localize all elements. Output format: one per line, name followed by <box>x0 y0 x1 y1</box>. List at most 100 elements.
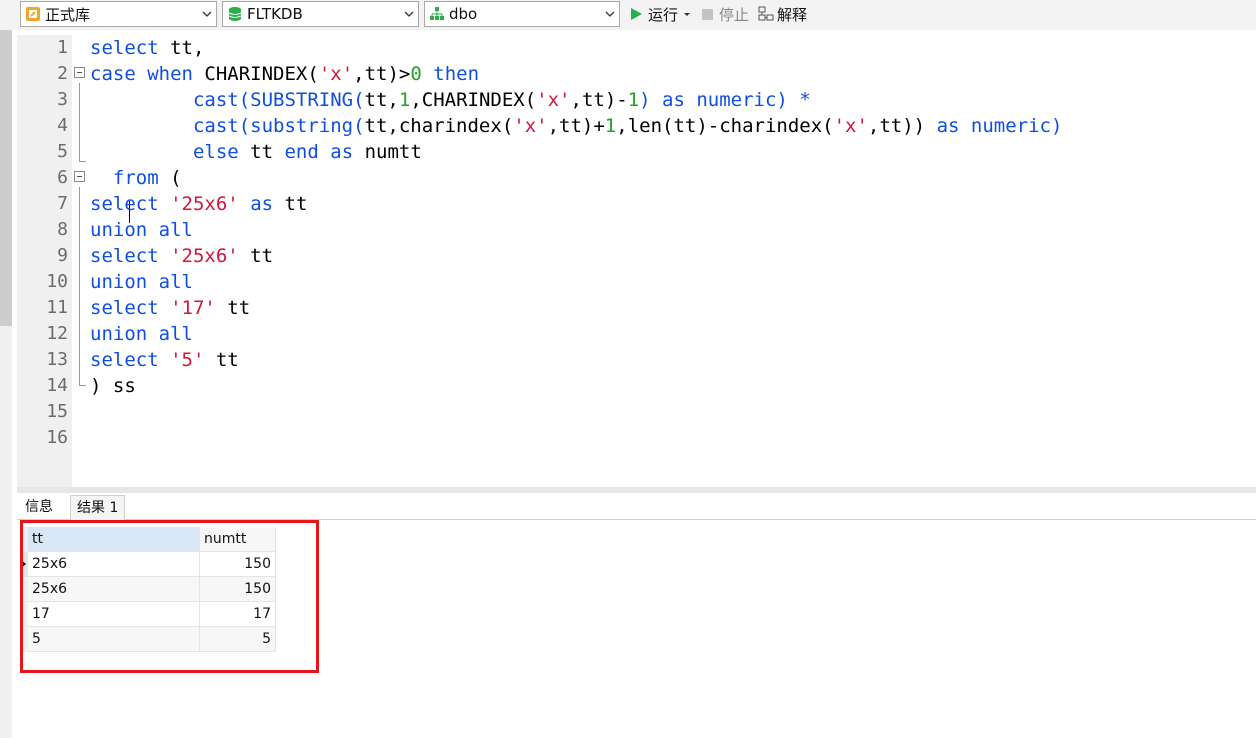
code-token: ,len(tt)-charindex( <box>616 115 834 137</box>
line-number: 3 <box>57 89 68 110</box>
connection-select[interactable]: 正式库 <box>20 1 217 27</box>
toolbar: 正式库 FLTKDB dbo 运行 停止 解释 <box>0 0 1256 30</box>
database-icon <box>228 7 242 21</box>
code-text: cast(SUBSTRING(tt,1,CHARINDEX('x',tt)-1)… <box>90 87 811 113</box>
code-token: case <box>90 63 136 85</box>
annotation-highlight-box <box>20 520 319 673</box>
code-text: select '25x6' tt <box>90 243 273 269</box>
chevron-down-icon <box>605 11 615 17</box>
code-token: 1 <box>627 89 640 111</box>
stop-button[interactable]: 停止 <box>701 3 749 25</box>
code-token: then <box>433 63 480 85</box>
code-token: select <box>90 349 159 371</box>
code-token: '5' <box>170 349 205 371</box>
code-line[interactable]: 14) ss <box>17 373 1256 399</box>
code-text: else tt end as numtt <box>90 139 422 165</box>
code-text: union all <box>90 217 193 243</box>
code-token: ,tt)> <box>353 63 411 85</box>
code-token: tt, <box>158 37 205 59</box>
code-line[interactable]: 5 else tt end as numtt <box>17 139 1256 165</box>
code-line[interactable]: 1 select tt, <box>17 35 1256 61</box>
line-number: 15 <box>46 401 68 422</box>
database-select-value: FLTKDB <box>247 5 303 23</box>
code-line[interactable]: 10 union all <box>17 269 1256 295</box>
code-token: tt <box>238 141 285 163</box>
explain-button-label: 解释 <box>777 5 808 24</box>
code-token: as <box>250 193 274 215</box>
stop-button-label: 停止 <box>719 5 750 24</box>
code-token: '17' <box>170 297 216 319</box>
left-panel-scrollbar[interactable] <box>0 30 12 738</box>
code-token: tt,charindex( <box>364 115 514 137</box>
code-text: ) ss <box>90 373 136 399</box>
code-token: '25x6' <box>170 193 239 215</box>
code-token: cast(SUBSTRING( <box>192 89 365 111</box>
code-token: 0 <box>410 63 422 85</box>
line-number: 11 <box>46 297 68 318</box>
explain-button[interactable]: 解释 <box>758 3 807 25</box>
code-line[interactable]: 6 from ( <box>17 165 1256 191</box>
tab-result-1[interactable]: 结果 1 <box>70 495 126 520</box>
code-token: union all <box>90 271 193 293</box>
run-button[interactable]: 运行 <box>629 3 692 25</box>
run-button-label: 运行 <box>648 5 679 24</box>
scrollbar-thumb[interactable] <box>0 30 12 326</box>
line-number: 12 <box>46 323 68 344</box>
line-number: 4 <box>57 115 68 136</box>
code-text: select '5' tt <box>90 347 239 373</box>
code-line[interactable]: 9 select '25x6' tt <box>17 243 1256 269</box>
code-token: union all <box>90 323 193 345</box>
schema-select-value: dbo <box>449 5 478 23</box>
fold-icon[interactable] <box>74 171 85 182</box>
code-line[interactable]: 11 select '17' tt <box>17 295 1256 321</box>
result-tabbar: 信息 结果 1 <box>17 493 1256 520</box>
code-token: select <box>90 245 159 267</box>
run-dropdown-icon[interactable] <box>682 9 692 19</box>
code-line[interactable]: 8 union all <box>17 217 1256 243</box>
code-line[interactable]: 16 <box>17 425 1256 451</box>
code-line[interactable]: 15 <box>17 399 1256 425</box>
code-token: 1 <box>398 89 411 111</box>
tab-info[interactable]: 信息 <box>19 495 59 520</box>
code-token: cast(substring( <box>192 115 365 137</box>
code-token: when <box>147 63 193 85</box>
database-connection-icon <box>26 7 40 21</box>
line-number: 8 <box>57 219 68 240</box>
code-token: ( <box>158 167 182 189</box>
code-token: 'x' <box>513 115 548 137</box>
code-token: ) <box>639 89 663 111</box>
code-line[interactable]: 4 cast(substring(tt,charindex('x',tt)+1,… <box>17 113 1256 139</box>
fold-icon[interactable] <box>74 67 85 78</box>
connection-select-value: 正式库 <box>45 5 91 24</box>
line-number: 5 <box>57 141 68 162</box>
sql-editor[interactable]: 1 select tt, 2 case when CHARINDEX('x',tt)>… <box>17 35 1256 487</box>
code-token: select <box>90 193 159 215</box>
code-line[interactable]: 13 select '5' tt <box>17 347 1256 373</box>
code-text: union all <box>90 269 193 295</box>
code-text: from ( <box>90 165 182 191</box>
code-text: cast(substring(tt,charindex('x',tt)+1,le… <box>90 113 1062 139</box>
code-line[interactable]: 12 union all <box>17 321 1256 347</box>
schema-select[interactable]: dbo <box>424 1 620 27</box>
code-line[interactable]: 2 case when CHARINDEX('x',tt)>0 then <box>17 61 1256 87</box>
code-token: union all <box>90 219 193 241</box>
code-line[interactable]: 7 select '25x6' as tt <box>17 191 1256 217</box>
code-line[interactable]: 3 cast(SUBSTRING(tt,1,CHARINDEX('x',tt)-… <box>17 87 1256 113</box>
code-token: tt <box>215 297 251 319</box>
code-text: union all <box>90 321 193 347</box>
code-token: 'x' <box>833 115 868 137</box>
explain-icon <box>758 6 774 21</box>
database-select[interactable]: FLTKDB <box>222 1 419 27</box>
code-text: select tt, <box>90 35 204 61</box>
line-number: 13 <box>46 349 68 370</box>
